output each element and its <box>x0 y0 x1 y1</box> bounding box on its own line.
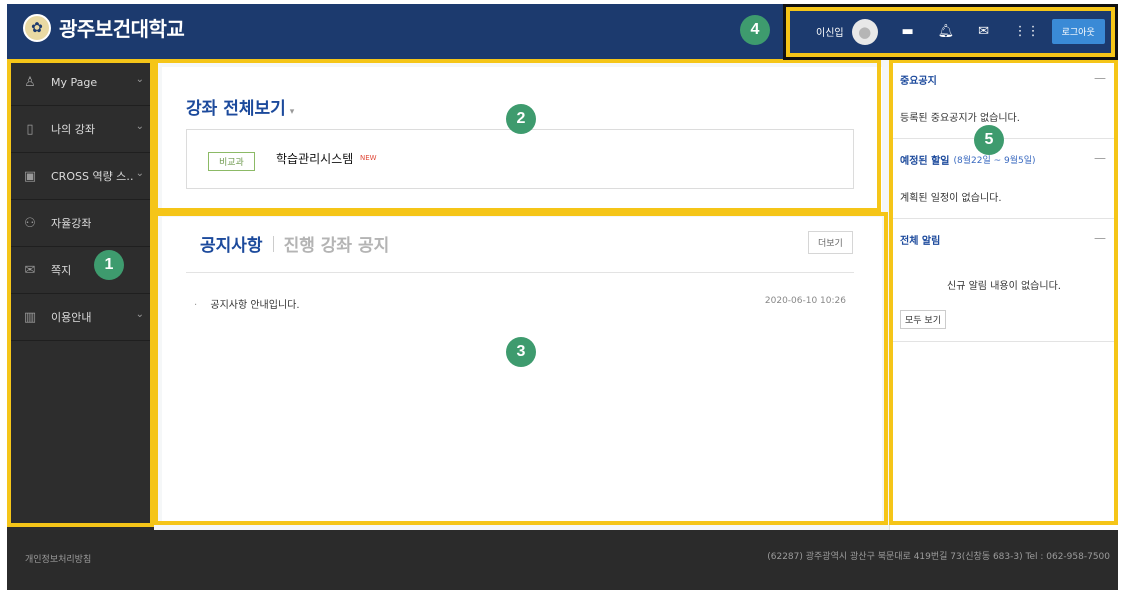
section-body: 신규 알림 내용이 없습니다. <box>947 281 1061 292</box>
chevron-down-icon: ⌄ <box>135 309 144 320</box>
notice-panel: 공지사항 진행 강좌 공지 더보기 · 공지사항 안내입니다. 2020-06-… <box>162 217 882 522</box>
notice-tabs: 공지사항 진행 강좌 공지 <box>200 231 389 256</box>
sidebar-item-my-courses[interactable]: ▯ 나의 강좌 ⌄ <box>7 106 154 153</box>
sidebar-item-guide[interactable]: ▥ 이용안내 ⌄ <box>7 294 154 341</box>
top-utility-bar: 이신입 ● ▬ 🔔︎ ✉ ⋮⋮ 로그아웃 <box>786 4 1118 59</box>
sidebar-item-label: 쪽지 <box>51 264 72 277</box>
tab-divider <box>272 235 274 252</box>
course-panel-title[interactable]: 강좌 전체보기 ▾ <box>186 94 294 119</box>
section-body: 계획된 일정이 없습니다. <box>900 193 1002 204</box>
collapse-icon[interactable]: — <box>1094 71 1106 85</box>
envelope-icon: ✉ <box>24 262 36 278</box>
caret-down-icon: ▾ <box>289 107 295 117</box>
tab-notices[interactable]: 공지사항 <box>200 231 263 256</box>
avatar[interactable]: ● <box>851 18 878 45</box>
mail-icon[interactable]: ✉ <box>976 24 992 39</box>
list-item[interactable]: · 공지사항 안내입니다. 2020-06-10 10:26 <box>194 296 854 311</box>
sidebar: ♙ My Page ⌄ ▯ 나의 강좌 ⌄ ▣ CROSS 역량 스… ⌄ ⚇ … <box>7 59 154 530</box>
alerts-section: 전체 알림 — 신규 알림 내용이 없습니다. 모두 보기 <box>890 219 1118 342</box>
sidebar-item-cross[interactable]: ▣ CROSS 역량 스… ⌄ <box>7 153 154 200</box>
step-badge: 3 <box>506 337 536 367</box>
date-range: (8월22일 ~ 9월5일) <box>953 155 1036 166</box>
chevron-down-icon: ⌄ <box>135 74 144 85</box>
sidebar-item-label: 이용안내 <box>51 311 92 324</box>
step-badge: 4 <box>740 15 770 45</box>
important-notice-section: 중요공지 — 등록된 중요공지가 없습니다. <box>890 59 1118 139</box>
chevron-down-icon: ⌄ <box>135 121 144 132</box>
privacy-policy-link[interactable]: 개인정보처리방침 <box>25 552 91 565</box>
step-badge: 1 <box>94 250 124 280</box>
more-button[interactable]: 더보기 <box>808 231 853 254</box>
right-panel: 중요공지 — 등록된 중요공지가 없습니다. 예정된 할일 (8월22일 ~ 9… <box>889 59 1118 530</box>
course-link[interactable]: 학습관리시스템 <box>276 150 353 167</box>
section-title: 중요공지 <box>900 75 937 87</box>
group-icon: ⚇ <box>24 215 36 231</box>
course-panel: 강좌 전체보기 ▾ 비교과 학습관리시스템 NEW <box>162 67 882 211</box>
section-title: 예정된 할일 (8월22일 ~ 9월5일) <box>890 139 1118 179</box>
map-icon: ▥ <box>23 309 37 325</box>
sidebar-item-messages[interactable]: ✉ 쪽지 <box>7 247 154 294</box>
user-name[interactable]: 이신입 <box>816 24 844 39</box>
tab-course-notices[interactable]: 진행 강좌 공지 <box>284 231 390 256</box>
step-badge: 2 <box>506 104 536 134</box>
course-list: 비교과 학습관리시스템 NEW <box>186 129 854 189</box>
sidebar-item-label: 자율강좌 <box>51 217 92 230</box>
section-title: 전체 알림 <box>900 235 941 247</box>
user-icon: ♙ <box>24 74 36 90</box>
section-title-text: 예정된 할일 <box>900 155 950 167</box>
notice-divider <box>186 272 854 273</box>
book-icon: ▯ <box>26 121 34 137</box>
section-body: 등록된 중요공지가 없습니다. <box>900 113 1020 124</box>
school-emblem-icon: ✿ <box>23 13 51 42</box>
sidebar-item-label: My Page <box>51 75 98 89</box>
sidebar-item-mypage[interactable]: ♙ My Page ⌄ <box>7 59 154 106</box>
notice-title[interactable]: 공지사항 안내입니다. <box>210 300 299 311</box>
chevron-down-icon: ⌄ <box>135 168 144 179</box>
collapse-icon[interactable]: — <box>1094 231 1106 245</box>
footer-address: (62287) 광주광역시 광산구 북문대로 419번길 73(신창동 683-… <box>767 552 1110 562</box>
bullet-icon: · <box>194 300 198 311</box>
school-logo[interactable]: ✿ 광주보건대학교 <box>23 13 185 42</box>
course-panel-title-text: 강좌 전체보기 <box>186 99 286 119</box>
grid-icon[interactable]: ⋮⋮ <box>1014 24 1040 39</box>
notice-date: 2020-06-10 10:26 <box>764 296 846 306</box>
bell-icon[interactable]: 🔔︎ <box>938 24 955 39</box>
step-badge: 5 <box>974 125 1004 155</box>
footer: 개인정보처리방침 (62287) 광주광역시 광산구 북문대로 419번길 73… <box>7 530 1118 590</box>
sidebar-item-label: 나의 강좌 <box>51 123 95 136</box>
course-tag: 비교과 <box>208 152 255 171</box>
sidebar-item-self-course[interactable]: ⚇ 자율강좌 <box>7 200 154 247</box>
school-name: 광주보건대학교 <box>59 17 185 41</box>
monitor-icon[interactable]: ▬ <box>900 24 916 39</box>
schedule-section: 예정된 할일 (8월22일 ~ 9월5일) — 계획된 일정이 없습니다. <box>890 139 1118 219</box>
logout-button[interactable]: 로그아웃 <box>1051 19 1105 44</box>
new-badge: NEW <box>360 154 377 162</box>
sidebar-item-label: CROSS 역량 스… <box>51 170 133 183</box>
collapse-icon[interactable]: — <box>1094 151 1106 165</box>
top-header: ✿ 광주보건대학교 이신입 ● ▬ 🔔︎ ✉ ⋮⋮ 로그아웃 <box>7 4 1118 59</box>
board-icon: ▣ <box>23 168 37 184</box>
view-all-button[interactable]: 모두 보기 <box>900 310 946 329</box>
